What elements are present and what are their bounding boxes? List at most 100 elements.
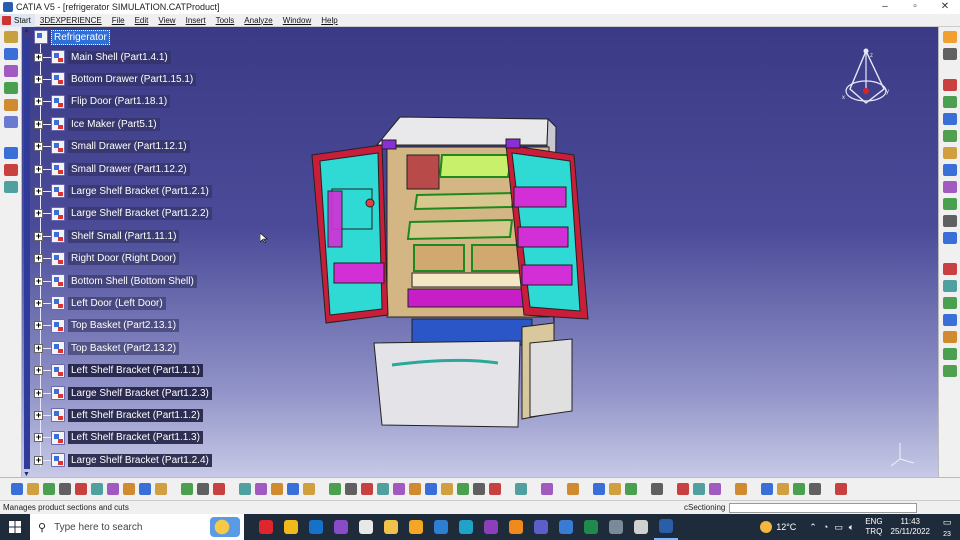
section-icon[interactable] [3, 181, 18, 193]
volume-icon[interactable]: 🔈︎ [849, 522, 854, 533]
expand-icon[interactable]: + [34, 455, 43, 465]
zoom-out-icon[interactable] [409, 483, 421, 495]
catalog-browser-icon[interactable] [287, 483, 299, 495]
expand-icon[interactable]: + [34, 276, 43, 286]
lock-icon[interactable] [693, 483, 705, 495]
zoom-in-icon[interactable] [393, 483, 405, 495]
undo-icon[interactable] [123, 483, 135, 495]
tree-node-label[interactable]: Small Drawer (Part1.12.2) [68, 162, 190, 176]
redo-icon[interactable] [139, 483, 151, 495]
graph-tree-icon[interactable] [3, 116, 18, 128]
rotate-icon[interactable] [377, 483, 389, 495]
constraint-icon[interactable] [3, 147, 18, 159]
taskbar-app-edge[interactable] [454, 514, 478, 540]
refresh-icon[interactable] [735, 483, 747, 495]
new-icon[interactable] [11, 483, 23, 495]
material-icon[interactable] [593, 483, 605, 495]
taskbar-app-settings-app[interactable] [629, 514, 653, 540]
taskbar-app-onenote[interactable] [479, 514, 503, 540]
windows-start-button[interactable] [0, 514, 30, 540]
kinematic-icon[interactable] [942, 348, 957, 360]
tree-node[interactable]: + Left Shelf Bracket (Part1.1.1) [34, 362, 203, 380]
fly-icon[interactable] [329, 483, 341, 495]
tree-node[interactable]: + Top Basket (Part2.13.2) [34, 339, 180, 357]
edit-sequence-icon[interactable] [942, 331, 957, 343]
language-indicator[interactable]: ENG TRQ [865, 517, 882, 537]
menu-help[interactable]: Help [316, 16, 342, 25]
tree-node[interactable]: + Shelf Small (Part1.11.1) [34, 227, 180, 245]
taskbar-clock[interactable]: 11:43 25/11/2022 [891, 517, 930, 537]
fix-icon[interactable] [3, 164, 18, 176]
menu-analyze[interactable]: Analyze [239, 16, 277, 25]
taskbar-search-box[interactable]: ⚲ Type here to search [30, 514, 244, 540]
close-button[interactable]: ✕ [930, 0, 960, 14]
tree-node[interactable]: + Left Door (Left Door) [34, 294, 166, 312]
measure-icon[interactable] [942, 113, 957, 125]
expand-icon[interactable]: + [34, 254, 43, 264]
tree-node[interactable]: + Large Shelf Bracket (Part1.2.3) [34, 384, 212, 402]
track-icon[interactable] [942, 280, 957, 292]
shading-icon[interactable] [457, 483, 469, 495]
tree-node-label[interactable]: Bottom Drawer (Part1.15.1) [68, 72, 197, 86]
expand-icon[interactable]: + [34, 164, 43, 174]
select-icon[interactable] [942, 31, 957, 43]
properties-icon[interactable] [809, 483, 821, 495]
component-icon[interactable] [3, 65, 18, 77]
comment-icon[interactable] [197, 483, 209, 495]
tree-node-label[interactable]: Left Shelf Bracket (Part1.1.2) [68, 408, 203, 422]
tree-node-label[interactable]: Large Shelf Bracket (Part1.2.3) [68, 386, 212, 400]
apply-material-icon[interactable] [625, 483, 637, 495]
tree-node[interactable]: + Top Basket (Part2.13.1) [34, 317, 180, 335]
tree-node[interactable]: + Main Shell (Part1.4.1) [34, 48, 171, 66]
manipulate-icon[interactable] [942, 130, 957, 142]
restore-button[interactable]: ▫ [900, 0, 930, 14]
notification-center-button[interactable]: ▭ 23 [938, 517, 956, 538]
chevron-up-icon[interactable]: ⌃ [809, 522, 817, 533]
expand-icon[interactable]: + [34, 52, 43, 62]
clash-icon[interactable] [942, 79, 957, 91]
explode-icon[interactable] [942, 164, 957, 176]
sequence-icon[interactable] [942, 297, 957, 309]
tree-node[interactable]: + Flip Door (Part1.18.1) [34, 93, 171, 111]
taskbar-app-chrome[interactable] [279, 514, 303, 540]
taskbar-app-excel[interactable] [579, 514, 603, 540]
expand-icon[interactable]: + [34, 388, 43, 398]
expand-icon[interactable]: + [34, 142, 43, 152]
tree-node[interactable]: + Large Shelf Bracket (Part1.2.1) [34, 182, 212, 200]
taskbar-app-catia[interactable] [654, 514, 678, 540]
save-icon[interactable] [43, 483, 55, 495]
whats-this-icon[interactable] [155, 483, 167, 495]
start-menu[interactable]: Start [0, 13, 35, 27]
table-icon[interactable] [239, 483, 251, 495]
taskbar-app-file-explorer[interactable] [379, 514, 403, 540]
taskbar-app-visual-studio[interactable] [329, 514, 353, 540]
tree-node[interactable]: + Small Drawer (Part1.12.2) [34, 160, 190, 178]
tree-node-label[interactable]: Left Shelf Bracket (Part1.1.1) [68, 364, 203, 378]
network-icon[interactable]: ◔ [823, 522, 828, 532]
delete-icon[interactable] [793, 483, 805, 495]
menu-view[interactable]: View [153, 16, 180, 25]
taskbar-app-teams[interactable] [529, 514, 553, 540]
tree-node[interactable]: + Left Shelf Bracket (Part1.1.3) [34, 429, 203, 447]
tree-expand-icon[interactable] [255, 483, 267, 495]
part-icon[interactable] [3, 82, 18, 94]
specification-tree[interactable]: Refrigerator + Main Shell (Part1.4.1) + Bot… [23, 27, 284, 477]
expand-icon[interactable]: + [34, 366, 43, 376]
tree-root-node[interactable]: Refrigerator [34, 29, 110, 45]
taskbar-app-browser[interactable] [604, 514, 628, 540]
tree-node-label[interactable]: Top Basket (Part2.13.2) [68, 341, 180, 355]
taskbar-app-defender[interactable] [554, 514, 578, 540]
expand-icon[interactable]: + [34, 74, 43, 84]
tree-node[interactable]: + Bottom Drawer (Part1.15.1) [34, 70, 197, 88]
grid-icon[interactable] [651, 483, 663, 495]
taskbar-app-opera[interactable] [254, 514, 278, 540]
tree-node-label[interactable]: Flip Door (Part1.18.1) [68, 95, 171, 109]
catia-logo-icon[interactable] [835, 483, 847, 495]
product-structure-icon[interactable] [3, 31, 18, 43]
tree-node[interactable]: + Bottom Shell (Bottom Shell) [34, 272, 197, 290]
expand-icon[interactable]: + [34, 321, 43, 331]
taskbar-app-store[interactable] [404, 514, 428, 540]
power-input-field[interactable] [729, 502, 918, 513]
cut-icon[interactable] [75, 483, 87, 495]
tree-node-label[interactable]: Ice Maker (Part5.1) [68, 117, 160, 131]
